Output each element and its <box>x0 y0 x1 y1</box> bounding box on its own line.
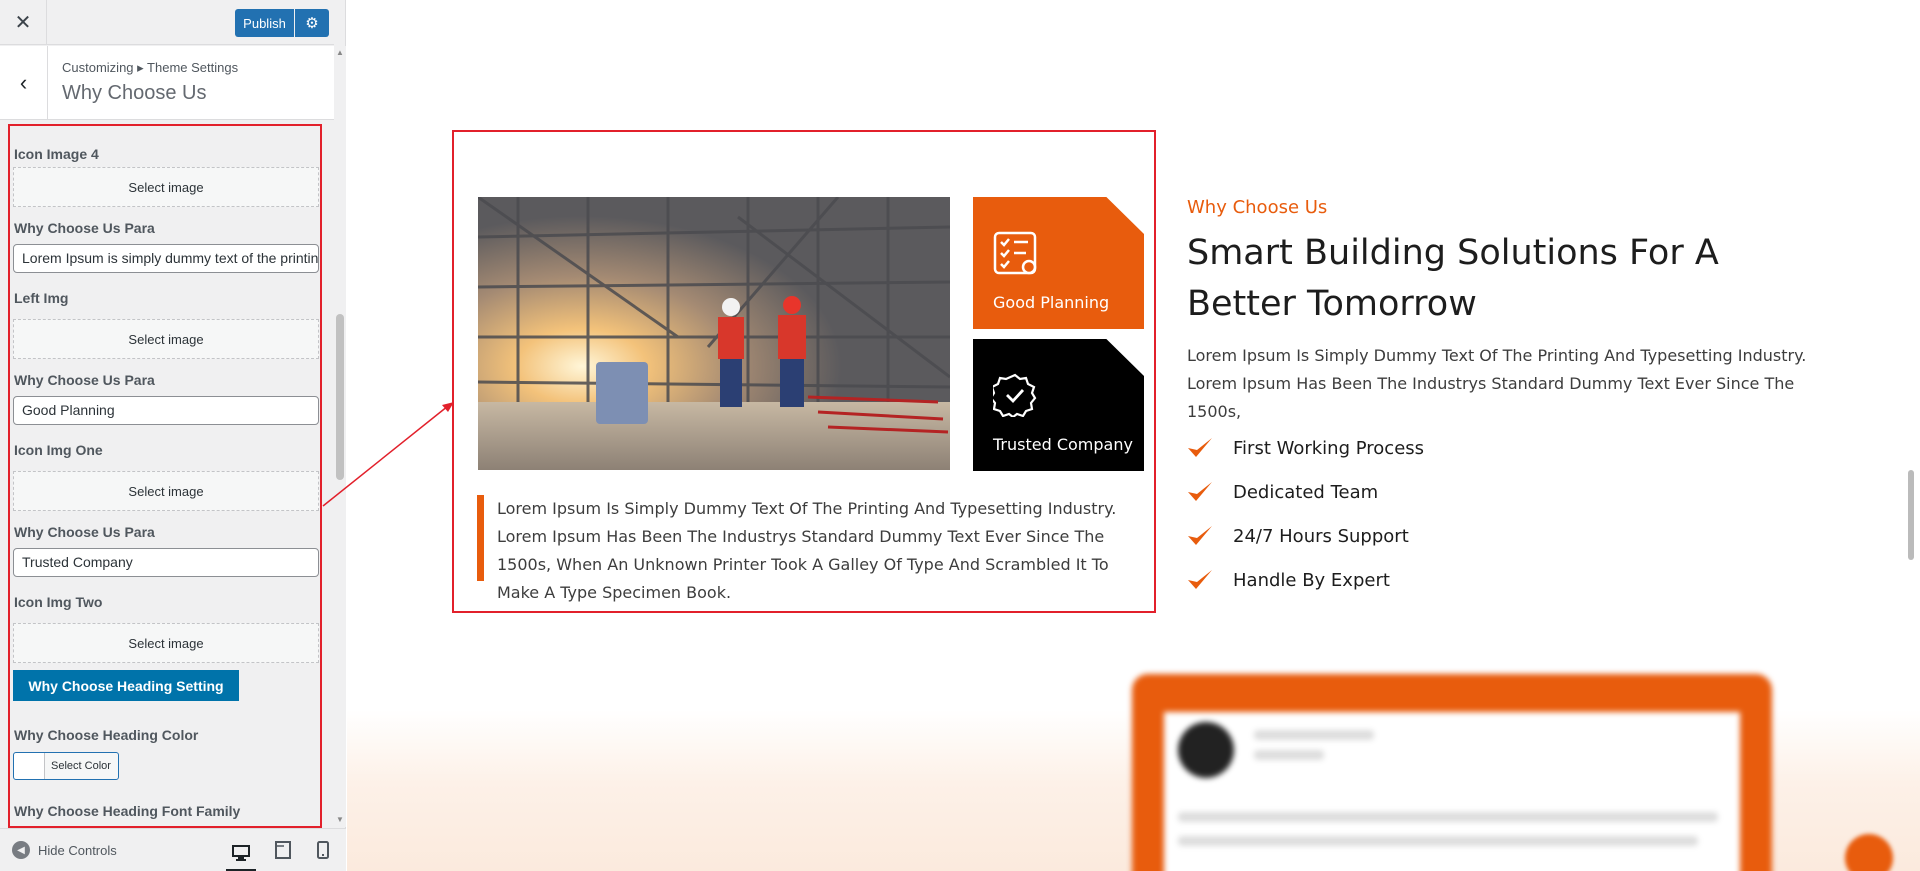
blurred-text <box>1254 750 1324 760</box>
blurred-text <box>1254 730 1374 740</box>
annotation-arrow <box>322 402 454 507</box>
customizer-app: ✕ Publish ⚙ ‹ Customizing ▸ Theme Settin… <box>0 0 1920 871</box>
para-text-input[interactable]: Trusted Company <box>13 548 319 577</box>
feature-checklist: First Working Process Dedicated Team 24/… <box>1187 426 1424 602</box>
checklist-item: 24/7 Hours Support <box>1187 514 1424 558</box>
publish-button[interactable]: Publish <box>235 9 294 37</box>
control-label: Icon Image 4 <box>14 146 99 162</box>
preview-scrollbar-thumb[interactable] <box>1908 470 1914 560</box>
section-header: ‹ Customizing ▸ Theme Settings Why Choos… <box>0 46 334 120</box>
close-customizer-button[interactable]: ✕ <box>0 0 47 45</box>
trusted-company-card: Trusted Company <box>973 339 1144 471</box>
control-label: Why Choose Heading Color <box>14 727 199 743</box>
testimonial-card <box>1132 674 1772 871</box>
gear-icon: ⚙ <box>305 15 319 32</box>
customizer-footer: ◀ Hide Controls <box>0 828 346 871</box>
card-title: Trusted Company <box>993 435 1133 454</box>
para-text-input[interactable]: Lorem Ipsum is simply dummy text of the … <box>13 244 319 273</box>
chevron-left-icon: ‹ <box>19 69 28 95</box>
blurred-text <box>1178 812 1718 822</box>
desktop-icon <box>232 845 250 861</box>
section-heading: Smart Building Solutions For A Better To… <box>1187 233 1719 324</box>
checklist-label: Dedicated Team <box>1233 481 1379 503</box>
checklist-item: First Working Process <box>1187 426 1424 470</box>
checkmark-icon <box>1188 482 1212 501</box>
control-label: Why Choose Us Para <box>14 220 155 236</box>
customizer-header: ✕ Publish ⚙ <box>0 0 334 45</box>
control-label: Left Img <box>14 290 69 306</box>
checklist-label: 24/7 Hours Support <box>1233 525 1409 547</box>
para-text-input[interactable]: Good Planning <box>13 396 319 425</box>
publish-settings-button[interactable]: ⚙ <box>295 9 329 37</box>
breadcrumb: Customizing ▸ Theme Settings <box>62 60 239 75</box>
scroll-down-arrow-icon[interactable]: ▼ <box>334 813 346 827</box>
select-image-button[interactable]: Select image <box>13 471 319 511</box>
checklist-item: Handle By Expert <box>1187 558 1424 602</box>
select-color-button[interactable]: Select Color <box>13 752 119 780</box>
select-image-button[interactable]: Select image <box>13 167 319 207</box>
controls-panel: Icon Image 4 Select image Why Choose Us … <box>8 124 322 828</box>
tablet-preview-button[interactable] <box>268 837 298 863</box>
section-paragraph: Lorem Ipsum Is Simply Dummy Text Of The … <box>1187 346 1807 421</box>
control-label: Why Choose Us Para <box>14 372 155 388</box>
control-label: Icon Img One <box>14 442 103 458</box>
control-label: Why Choose Us Para <box>14 524 155 540</box>
quote-paragraph: Lorem Ipsum Is Simply Dummy Text Of The … <box>497 499 1117 602</box>
blurred-text <box>1178 836 1698 846</box>
card-title: Good Planning <box>993 293 1110 312</box>
testimonial-card-inner <box>1164 712 1740 871</box>
customizer-sidebar: ✕ Publish ⚙ ‹ Customizing ▸ Theme Settin… <box>0 0 346 871</box>
heading-setting-button[interactable]: Why Choose Heading Setting <box>13 670 239 701</box>
control-label: Why Choose Heading Font Family <box>14 803 241 819</box>
checklist-item: Dedicated Team <box>1187 470 1424 514</box>
checkmark-icon <box>1188 570 1212 589</box>
select-image-button[interactable]: Select image <box>13 623 319 663</box>
hide-controls-label: Hide Controls <box>38 842 117 858</box>
checklist-icon <box>993 231 1037 275</box>
good-planning-card: Good Planning <box>973 197 1144 329</box>
back-button[interactable]: ‹ <box>0 46 48 119</box>
avatar <box>1178 722 1234 778</box>
checklist-label: Handle By Expert <box>1233 569 1390 591</box>
checklist-label: First Working Process <box>1233 437 1425 459</box>
desktop-preview-button[interactable] <box>226 837 256 871</box>
select-color-label: Select Color <box>51 760 111 772</box>
quote-accent-bar <box>477 495 484 581</box>
scroll-up-arrow-icon[interactable]: ▲ <box>334 46 346 60</box>
color-swatch <box>14 753 45 779</box>
badge-check-icon <box>993 373 1037 417</box>
left-construction-image <box>478 197 950 470</box>
hide-controls-button[interactable]: ◀ Hide Controls <box>12 841 117 859</box>
select-image-button[interactable]: Select image <box>13 319 319 359</box>
section-title: Why Choose Us <box>62 82 207 104</box>
section-subtitle: Why Choose Us <box>1187 197 1328 218</box>
tablet-icon <box>275 841 291 859</box>
control-label: Icon Img Two <box>14 594 103 610</box>
mobile-preview-button[interactable] <box>308 837 338 863</box>
checkmark-icon <box>1188 438 1212 457</box>
collapse-icon: ◀ <box>12 841 30 859</box>
mobile-icon <box>317 841 329 859</box>
checkmark-icon <box>1188 526 1212 545</box>
